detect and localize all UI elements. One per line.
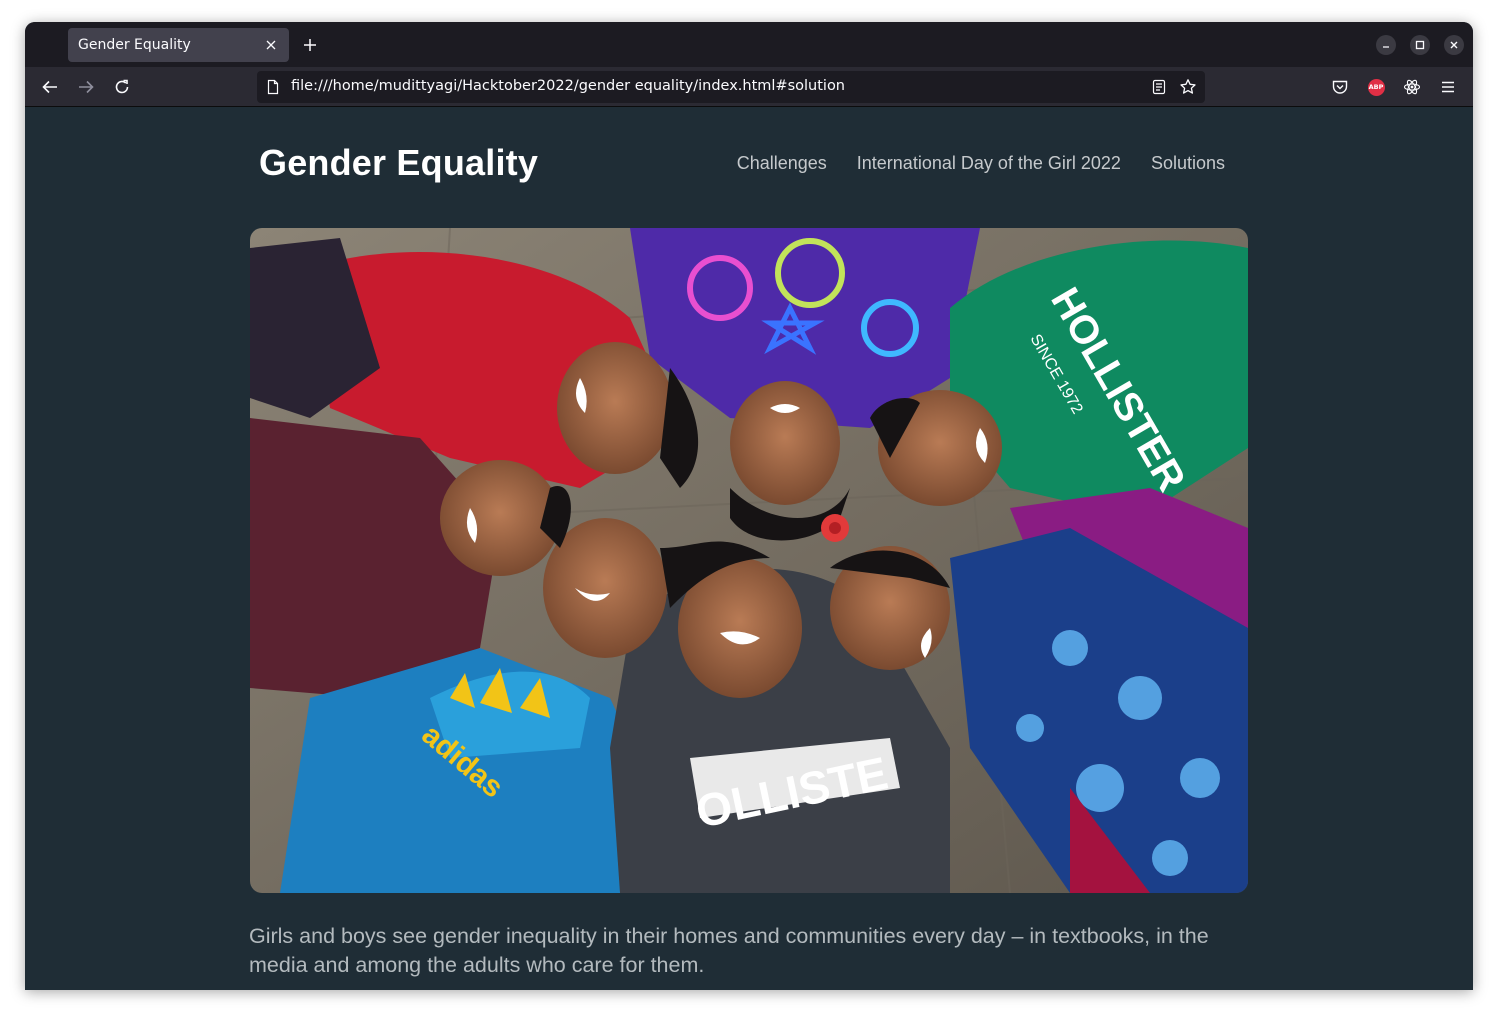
- tab-title: Gender Equality: [78, 37, 191, 53]
- nav-link-solutions[interactable]: Solutions: [1151, 153, 1225, 174]
- tab-strip: Gender Equality: [25, 22, 1473, 67]
- pocket-icon[interactable]: [1330, 77, 1350, 97]
- nav-link-challenges[interactable]: Challenges: [737, 153, 827, 174]
- new-tab-button[interactable]: [300, 35, 320, 55]
- site-title: Gender Equality: [259, 142, 539, 183]
- close-tab-icon[interactable]: [263, 37, 279, 53]
- forward-button[interactable]: [76, 77, 96, 97]
- site-navigation: Challenges International Day of the Girl…: [737, 153, 1225, 174]
- back-arrow-icon: [42, 80, 57, 94]
- hero-image: adidas OLLISTE HOLLISTER SINCE 1972: [250, 228, 1248, 893]
- address-bar[interactable]: file:///home/mudittyagi/Hacktober2022/ge…: [257, 71, 1205, 103]
- forward-arrow-icon: [79, 80, 94, 94]
- react-devtools-icon[interactable]: [1402, 77, 1422, 97]
- url-text[interactable]: file:///home/mudittyagi/Hacktober2022/ge…: [291, 78, 845, 94]
- browser-window: Gender Equality file:///home/mudittyagi/…: [25, 22, 1473, 990]
- navigation-toolbar: file:///home/mudittyagi/Hacktober2022/ge…: [25, 67, 1473, 107]
- lead-paragraph: Girls and boys see gender inequality in …: [249, 924, 1209, 977]
- bookmark-star-icon[interactable]: [1179, 78, 1197, 96]
- maximize-button[interactable]: [1410, 35, 1430, 55]
- nav-link-day-of-the-girl[interactable]: International Day of the Girl 2022: [857, 153, 1121, 174]
- browser-tab[interactable]: Gender Equality: [68, 28, 289, 62]
- reader-view-icon[interactable]: [1151, 79, 1167, 95]
- adblock-extension-icon[interactable]: ABP: [1366, 77, 1386, 97]
- reload-icon: [115, 79, 129, 94]
- minimize-button[interactable]: [1376, 35, 1396, 55]
- page-content: Gender Equality Challenges International…: [25, 108, 1473, 990]
- back-button[interactable]: [40, 77, 60, 97]
- reload-button[interactable]: [112, 77, 132, 97]
- menu-hamburger-icon[interactable]: [1438, 77, 1458, 97]
- page-icon: [265, 79, 281, 95]
- adblock-badge: ABP: [1367, 78, 1385, 96]
- close-window-button[interactable]: [1444, 35, 1464, 55]
